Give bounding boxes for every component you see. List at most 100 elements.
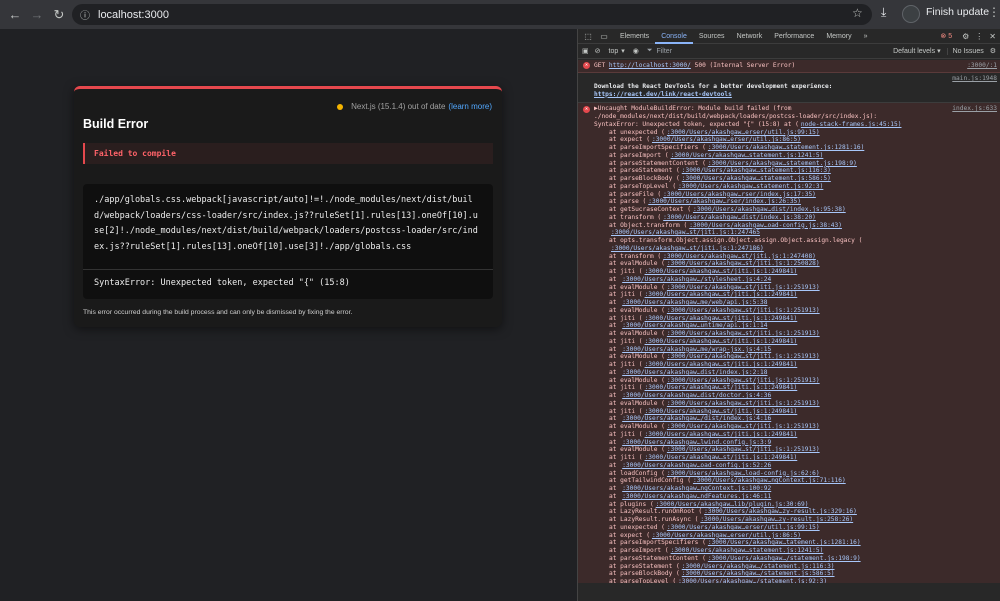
stack-frame-link[interactable]: :3000/Users/akashgaw…statement.js:586:5): [682, 175, 831, 182]
tab-console[interactable]: Console: [655, 29, 693, 44]
stack-frame-link[interactable]: :3000/Users/akashgaw…statement.js:116:3): [682, 167, 831, 174]
tab-memory[interactable]: Memory: [820, 29, 857, 44]
stack-frame-link[interactable]: :3000/Users/akashgaw…st/jiti.js:1:251913…: [667, 330, 820, 337]
stack-frame-link[interactable]: :3000/Users/akashgaw…st/jiti.js:1:247465: [611, 229, 760, 236]
stack-frame-link[interactable]: :3000/Users/akashgaw…st/jiti.js:1:249841…: [645, 361, 798, 368]
stack-frame-link[interactable]: :3000/Users/akashgaw…ngContext.js:100:92: [622, 485, 771, 492]
log-levels-dropdown[interactable]: Default levels ▾: [893, 47, 941, 55]
stack-frame-link[interactable]: :3000/Users/akashgaw…me/wrap-jsx.js:4:15: [622, 346, 771, 353]
stack-frame-link[interactable]: :3000/Users/akashgaw…st/jiti.js:1:249841…: [645, 384, 798, 391]
stack-frame-link[interactable]: :3000/Users/akashgaw…/statement.js:92:3): [678, 578, 827, 583]
error-count-badge[interactable]: ⊗ 5: [940, 32, 952, 40]
filter-input[interactable]: ⏷ Filter: [647, 46, 821, 57]
profile-avatar[interactable]: [902, 5, 920, 23]
devtools-menu-icon[interactable]: ⋮: [975, 32, 983, 41]
tab-elements[interactable]: Elements: [614, 29, 655, 44]
stack-frame-link[interactable]: :3000/Users/akashgaw…lwind.config.js:3:9: [622, 439, 771, 446]
sidebar-toggle-icon[interactable]: ▣: [582, 47, 589, 55]
stack-frame-link[interactable]: :3000/Users/akashgaw…statement.js:92:3): [678, 183, 823, 190]
request-url-link[interactable]: http://localhost:3000/: [609, 62, 691, 69]
inspect-element-icon[interactable]: ⬚: [582, 32, 594, 41]
device-toolbar-icon[interactable]: ▭: [598, 32, 610, 41]
site-info-icon[interactable]: ⓘ: [80, 7, 90, 22]
stack-frame-link[interactable]: :3000/Users/akashgaw…st/jiti.js:1:249841…: [645, 338, 798, 345]
stack-frame-link[interactable]: :3000/Users/akashgaw…st/jiti.js:1:251913…: [667, 307, 820, 314]
stack-frame-link[interactable]: :3000/Users/akashgaw…erser/util.js:86:5): [652, 136, 801, 143]
stack-frame-link[interactable]: :3000/Users/akashgaw…st/jiti.js:1:249841…: [645, 315, 798, 322]
stack-frame-link[interactable]: :3000/Users/akashgaw…ndFeatures.js:46:11: [622, 493, 771, 500]
stack-frame-link[interactable]: :3000/Users/akashgaw…st/jiti.js:1:251913…: [667, 377, 820, 384]
source-link[interactable]: index.js:633: [952, 105, 997, 113]
learn-more-link[interactable]: (learn more): [448, 102, 492, 111]
stack-frame-link[interactable]: :3000/Users/akashgaw…st/jiti.js:1:251913…: [667, 423, 820, 430]
finish-update-button[interactable]: Finish update: [926, 6, 989, 18]
stack-frame-link[interactable]: :3000/Users/akashgaw…/statement.js:198:9…: [708, 555, 861, 562]
address-bar[interactable]: ⓘ localhost:3000: [72, 4, 872, 25]
stack-frame-link[interactable]: :3000/Users/akashgaw…zy-result.js:329:16…: [704, 508, 857, 515]
source-link[interactable]: main.js:1948: [952, 75, 997, 83]
stack-frame-link[interactable]: :3000/Users/akashgaw…erser/util.js:99:15…: [667, 524, 820, 531]
settings-gear-icon[interactable]: ⚙: [962, 32, 969, 41]
tab-sources[interactable]: Sources: [693, 29, 731, 44]
stack-frame-link[interactable]: :3000/Users/akashgaw…st/jiti.js:1:249841…: [645, 408, 798, 415]
stack-frame-link[interactable]: :3000/Users/akashgaw…erser/util.js:99:15…: [667, 129, 820, 136]
stack-frame-link[interactable]: :3000/Users/akashgaw…dist/doctor.js:4:36: [622, 392, 771, 399]
stack-frame-link[interactable]: :3000/Users/akashgaw…oad-config.js:52:26: [622, 462, 771, 469]
stack-frame-link[interactable]: :3000/Users/akashgaw…erser/util.js:86:5): [652, 532, 801, 539]
stack-frame-link[interactable]: :3000/Users/akashgaw…ngContext.js:71:116…: [693, 477, 846, 484]
stack-frame-link[interactable]: :3000/Users/akashgaw…rser/index.js:26:35…: [648, 198, 801, 205]
stack-frame-link[interactable]: :3000/Users/akashgaw…statement.js:1281:1…: [708, 144, 864, 151]
stack-frame-link[interactable]: :3000/Users/akashgaw…st/jiti.js:1:251913…: [667, 353, 820, 360]
stack-frame-link[interactable]: :3000/Users/akashgaw…st/jiti.js:1:247186…: [611, 245, 764, 252]
error-heading-line: ./node_modules/next/dist/build/webpack/l…: [594, 113, 878, 121]
stack-frame-link[interactable]: :3000/Users/akashgaw…st/jiti.js:1:249841…: [645, 291, 798, 298]
context-selector[interactable]: top ▾: [609, 47, 625, 56]
bookmark-star-icon[interactable]: ☆: [852, 6, 863, 20]
react-devtools-link[interactable]: https://react.dev/link/react-devtools: [594, 91, 732, 98]
stack-frame-link[interactable]: :3000/Users/akashgaw…rser/index.js:17:35…: [663, 191, 816, 198]
source-link[interactable]: :3000/:1: [967, 62, 997, 70]
stack-frame-link[interactable]: :3000/Users/akashgaw…/stylesheet.js:4:24: [622, 276, 771, 283]
stack-frame-link[interactable]: :3000/Users/akashgaw…st/jiti.js:1:249841…: [645, 454, 798, 461]
stack-frame-link[interactable]: :3000/Users/akashgaw…untime/api.js:1:14: [622, 322, 767, 329]
forward-arrow-icon[interactable]: →: [26, 4, 48, 26]
stack-frame-link[interactable]: :3000/Users/akashgaw…/dist/index.js:4:16: [622, 415, 771, 422]
close-devtools-icon[interactable]: ✕: [989, 32, 996, 41]
stack-frame-link[interactable]: :3000/Users/akashgaw…st/jiti.js:1:251913…: [667, 446, 820, 453]
stack-frame-link[interactable]: :3000/Users/akashgaw…dist/index.js:38:20…: [663, 214, 816, 221]
stack-frame-link[interactable]: :3000/Users/akashgaw…dist/index.js:95:38…: [693, 206, 846, 213]
browser-menu-icon[interactable]: ⋮: [988, 5, 1000, 19]
live-expression-eye-icon[interactable]: ◉: [633, 47, 639, 55]
stack-frame-link[interactable]: :3000/Users/akashgaw…dist/index.js:2:18: [622, 369, 767, 376]
tab-network[interactable]: Network: [731, 29, 769, 44]
stack-frame-link[interactable]: :3000/Users/akashgaw…/statement.js:586:5…: [682, 570, 835, 577]
stack-frame-link[interactable]: :3000/Users/akashgaw…st/jiti.js:1:250828…: [667, 260, 820, 267]
stack-frame-link[interactable]: :3000/Users/akashgaw…statement.js:1241:5…: [671, 152, 824, 159]
clear-console-icon[interactable]: ⊘: [595, 47, 601, 55]
stack-frame-link[interactable]: :3000/Users/akashgaw…/statement.js:116:3…: [682, 563, 835, 570]
stack-frame-link[interactable]: :3000/Users/akashgaw…statement.js:198:9): [708, 160, 857, 167]
stack-frame-link[interactable]: :3000/Users/akashgaw…zy-result.js:258:26…: [700, 516, 853, 523]
stack-frame-link[interactable]: :3000/Users/akashgaw…tatement.js:1281:16…: [708, 539, 861, 546]
back-arrow-icon[interactable]: ←: [4, 4, 26, 26]
more-tabs-button[interactable]: »: [858, 29, 874, 44]
stack-frame-function: at parseStatement (: [609, 167, 680, 175]
stack-frame-link[interactable]: :3000/Users/akashgaw…load-config.js:62:6…: [667, 470, 820, 477]
stack-frame-link[interactable]: :3000/Users/akashgaw…oad-config.js:38:43…: [689, 222, 842, 229]
issues-button[interactable]: No Issues: [946, 47, 984, 55]
tab-performance[interactable]: Performance: [768, 29, 820, 44]
stack-frame-link[interactable]: :3000/Users/akashgaw…st/jiti.js:1:249841…: [645, 268, 798, 275]
stack-frame-link[interactable]: :3000/Users/akashgaw…me/web/api.js:5:38: [622, 299, 767, 306]
stack-frame-link[interactable]: :3000/Users/akashgaw…st/jiti.js:1:251913…: [667, 400, 820, 407]
stack-frame-link[interactable]: node-stack-frames.js:45:15): [801, 121, 902, 128]
stack-frame-link[interactable]: :3000/Users/akashgaw…st/jiti.js:1:247408…: [663, 253, 816, 260]
stack-frame: at Object.transform (:3000/Users/akashga…: [594, 222, 995, 230]
stack-frame-link[interactable]: :3000/Users/akashgaw…st/jiti.js:1:249841…: [645, 431, 798, 438]
stack-frame-link[interactable]: :3000/Users/akashgaw…st/jiti.js:1:251913…: [667, 284, 820, 291]
stack-frame-link[interactable]: :3000/Users/akashgaw…statement.js:1241:5…: [671, 547, 824, 554]
reload-icon[interactable]: ↻: [48, 4, 70, 26]
console-settings-icon[interactable]: ⚙: [990, 47, 996, 55]
stack-frame-link[interactable]: :3000/Users/akashgaw…lib/plugin.js:30:69…: [656, 501, 809, 508]
error-heading-line[interactable]: ▶Uncaught ModuleBuildError: Module build…: [594, 105, 995, 113]
download-icon[interactable]: ⤓: [881, 5, 886, 20]
